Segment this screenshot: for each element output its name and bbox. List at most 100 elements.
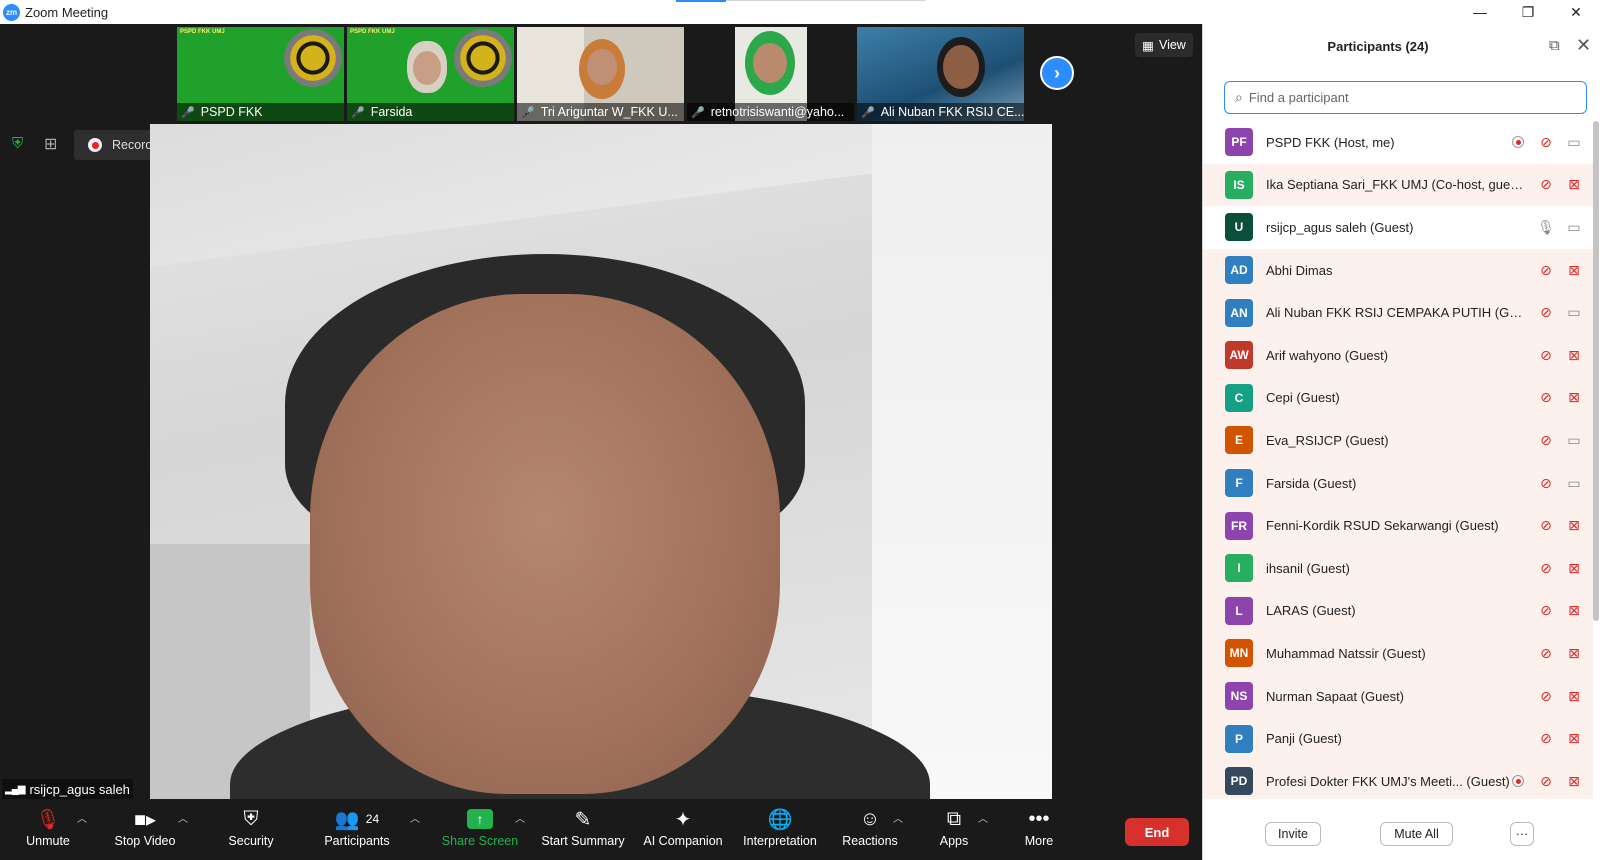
security-button[interactable]: ⛨ Security <box>226 806 276 854</box>
video-on-icon[interactable]: ▭ <box>1565 133 1583 151</box>
unmute-button[interactable]: 🎙 Unmute <box>22 806 74 854</box>
video-tile[interactable]: PSPD FKK UMJ 🎤 Farsida <box>347 27 514 121</box>
video-off-icon[interactable]: ⊠ <box>1565 389 1583 407</box>
participant-list-scrollbar[interactable] <box>1593 121 1599 621</box>
participant-row[interactable]: AN Ali Nuban FKK RSIJ CEMPAKA PUTIH (Gues… <box>1203 291 1593 334</box>
mic-muted-icon[interactable]: ⊘ <box>1537 431 1555 449</box>
mic-muted-icon[interactable]: ⊘ <box>1537 261 1555 279</box>
search-input[interactable] <box>1248 90 1569 105</box>
more-button[interactable]: ••• More <box>1020 806 1058 854</box>
participant-search[interactable]: ⌕ <box>1224 81 1587 114</box>
avatar: P <box>1225 724 1253 753</box>
mic-muted-icon[interactable]: ⊘ <box>1537 389 1555 407</box>
close-button[interactable]: ✕ <box>1552 0 1600 24</box>
speaker-face <box>310 294 780 794</box>
participant-row[interactable]: L LARAS (Guest) ⊘ ⊠ <box>1203 589 1593 633</box>
participants-icon: 👥 24 <box>334 808 380 831</box>
summary-sparkle-icon: ✎ <box>574 808 592 831</box>
apps-caret-icon[interactable]: ︿ <box>978 810 988 825</box>
participant-row[interactable]: MN Muhammad Natssir (Guest) ⊘ ⊠ <box>1203 632 1593 675</box>
audio-options-caret-icon[interactable]: ︿ <box>77 810 87 825</box>
participant-name: Ali Nuban FKK RSIJ CEMPAKA PUTIH (Guest) <box>1266 305 1524 321</box>
ai-companion-button[interactable]: ✦ AI Companion <box>642 806 724 854</box>
participant-row[interactable]: AW Arif wahyono (Guest) ⊘ ⊠ <box>1203 333 1593 377</box>
video-options-caret-icon[interactable]: ︿ <box>178 810 188 825</box>
avatar: U <box>1225 213 1253 242</box>
participant-row[interactable]: E Eva_RSIJCP (Guest) ⊘ ▭ <box>1203 419 1593 462</box>
mic-muted-icon[interactable]: ⊘ <box>1537 304 1555 322</box>
participant-name: rsijcp_agus saleh (Guest) <box>1266 219 1414 235</box>
restore-button[interactable]: ❐ <box>1504 0 1552 24</box>
view-button[interactable]: ▦ View <box>1135 33 1193 57</box>
participant-row[interactable]: IS Ika Septiana Sari_FKK UMJ (Co-host, gu… <box>1203 163 1593 207</box>
mic-muted-icon[interactable]: ⊘ <box>1537 133 1555 151</box>
participants-button[interactable]: 👥 24 Participants <box>322 806 392 854</box>
participants-caret-icon[interactable]: ︿ <box>410 810 420 825</box>
tile-namebar: 🎤 retnotrisiswanti@yaho... <box>687 103 854 121</box>
participant-row[interactable]: P Panji (Guest) ⊘ ⊠ <box>1203 717 1593 760</box>
mic-muted-icon[interactable]: ⊘ <box>1537 644 1555 662</box>
popout-icon[interactable]: ⧉ <box>1549 37 1560 54</box>
participant-row[interactable]: Iihsanil (Guest) ⊘ ⊠ <box>1203 546 1593 590</box>
video-on-icon[interactable]: ▭ <box>1565 218 1583 236</box>
close-icon[interactable]: ✕ <box>1576 35 1591 56</box>
mic-muted-icon[interactable]: ⊘ <box>1537 687 1555 705</box>
video-off-icon[interactable]: ⊠ <box>1565 687 1583 705</box>
chevron-right-icon: › <box>1054 62 1060 83</box>
mic-muted-icon[interactable]: ⊘ <box>1537 772 1555 790</box>
reactions-caret-icon[interactable]: ︿ <box>893 810 903 825</box>
mic-muted-icon[interactable]: ⊘ <box>1537 474 1555 492</box>
gallery-grid-icon[interactable]: ⊞ <box>44 134 57 154</box>
video-off-icon[interactable]: ⊠ <box>1565 176 1583 194</box>
ai-companion-label: AI Companion <box>643 834 723 848</box>
invite-button[interactable]: Invite <box>1265 822 1321 846</box>
video-off-icon[interactable]: ⊠ <box>1565 559 1583 577</box>
next-page-button[interactable]: › <box>1040 56 1074 90</box>
stop-video-button[interactable]: ■▸ Stop Video <box>112 806 178 854</box>
video-on-icon[interactable]: ▭ <box>1565 431 1583 449</box>
mic-muted-icon[interactable]: ⊘ <box>1537 346 1555 364</box>
mic-muted-icon[interactable]: ⊘ <box>1537 730 1555 748</box>
mic-on-icon[interactable]: 🎙 <box>1537 218 1555 236</box>
mic-muted-icon[interactable]: ⊘ <box>1537 559 1555 577</box>
video-tile[interactable]: 🎤 Tri Ariguntar W_FKK U... <box>517 27 684 121</box>
interpretation-button[interactable]: 🌐 Interpretation <box>740 806 820 854</box>
share-options-caret-icon[interactable]: ︿ <box>515 810 525 825</box>
encryption-shield-icon[interactable]: ⛨ <box>12 135 28 153</box>
mic-muted-icon[interactable]: ⊘ <box>1537 176 1555 194</box>
active-speaker-video[interactable] <box>150 124 1052 799</box>
mic-muted-icon[interactable]: ⊘ <box>1537 517 1555 535</box>
minimize-button[interactable]: — <box>1456 0 1504 24</box>
participant-row[interactable]: FR Fenni-Kordik RSUD Sekarwangi (Guest) ⊘ ⊠ <box>1203 504 1593 547</box>
video-off-icon[interactable]: ⊠ <box>1565 602 1583 620</box>
start-summary-button[interactable]: ✎ Start Summary <box>540 806 626 854</box>
end-meeting-button[interactable]: End <box>1125 818 1189 846</box>
window-title: Zoom Meeting <box>25 4 109 20</box>
video-on-icon[interactable]: ▭ <box>1565 304 1583 322</box>
share-screen-button[interactable]: ↑ Share Screen <box>442 806 518 854</box>
mute-all-button[interactable]: Mute All <box>1380 822 1453 846</box>
video-on-icon[interactable]: ▭ <box>1565 474 1583 492</box>
participant-row[interactable]: C Cepi (Guest) ⊘ ⊠ <box>1203 376 1593 420</box>
more-options-button[interactable]: ··· <box>1510 822 1534 846</box>
video-off-icon[interactable]: ⊠ <box>1565 644 1583 662</box>
reactions-button[interactable]: ☺ Reactions <box>842 806 898 854</box>
video-off-icon[interactable]: ⊠ <box>1565 730 1583 748</box>
ai-sparkle-icon: ✦ <box>674 808 692 831</box>
video-tile[interactable]: 🎤 retnotrisiswanti@yaho... <box>687 27 854 121</box>
mic-muted-icon[interactable]: ⊘ <box>1537 602 1555 620</box>
video-off-icon[interactable]: ⊠ <box>1565 346 1583 364</box>
participant-row[interactable]: PD Profesi Dokter FKK UMJ's Meeti... (Gue… <box>1203 759 1593 799</box>
participant-row[interactable]: Ursijcp_agus saleh (Guest) 🎙 ▭ <box>1203 206 1593 249</box>
video-off-icon[interactable]: ⊠ <box>1565 517 1583 535</box>
participant-status-icons: ⊘ ⊠ <box>1537 717 1583 760</box>
participant-row[interactable]: NS Nurman Sapaat (Guest) ⊘ ⊠ <box>1203 674 1593 718</box>
video-tile[interactable]: PSPD FKK UMJ 🎤 PSPD FKK <box>177 27 344 121</box>
participant-row[interactable]: F Farsida (Guest) ⊘ ▭ <box>1203 461 1593 505</box>
participant-row[interactable]: PF PSPD FKK (Host, me) ⊘ ▭ <box>1203 121 1593 164</box>
video-off-icon[interactable]: ⊠ <box>1565 772 1583 790</box>
participant-row[interactable]: AD Abhi Dimas ⊘ ⊠ <box>1203 248 1593 292</box>
video-off-icon[interactable]: ⊠ <box>1565 261 1583 279</box>
apps-button[interactable]: ⧉ Apps <box>938 806 970 854</box>
video-tile[interactable]: 🎤 Ali Nuban FKK RSIJ CE... <box>857 27 1024 121</box>
